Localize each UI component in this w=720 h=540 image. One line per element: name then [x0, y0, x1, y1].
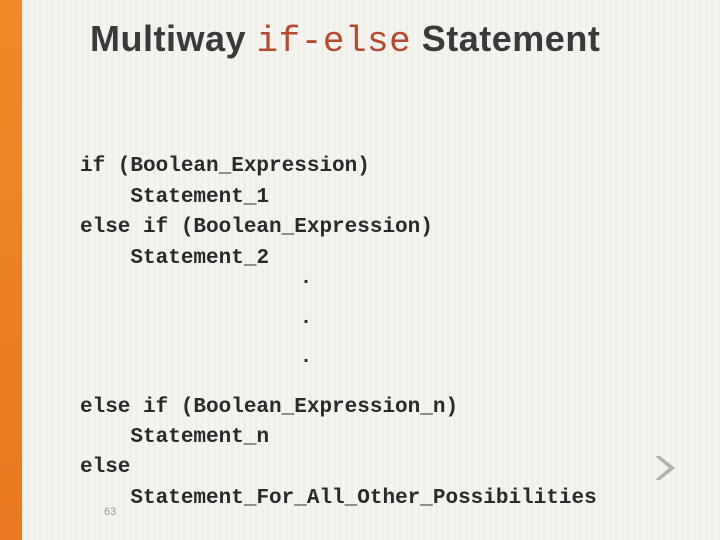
- slide-content: Multiway if-else Statement if (Boolean_E…: [0, 0, 720, 540]
- ellipsis-dot-3: .: [300, 353, 692, 362]
- code-line-4: Statement_2: [130, 247, 269, 270]
- ellipsis-dot-2: .: [300, 314, 692, 323]
- code-line-3: else if (Boolean_Expression): [80, 216, 433, 239]
- code-line-8: Statement_For_All_Other_Possibilities: [130, 487, 596, 510]
- title-mono: if-else: [257, 21, 412, 62]
- code-line-7: else: [80, 456, 130, 479]
- ellipsis-dot-1: .: [300, 274, 692, 283]
- page-number: 63: [104, 506, 116, 518]
- title-pre: Multiway: [90, 18, 257, 59]
- chevron-right-icon: [652, 454, 678, 482]
- code-line-5: else if (Boolean_Expression_n): [80, 396, 458, 419]
- code-line-6: Statement_n: [130, 426, 269, 449]
- slide-title: Multiway if-else Statement: [90, 18, 692, 62]
- code-block: if (Boolean_Expression) Statement_1 else…: [80, 122, 692, 540]
- code-line-2: Statement_1: [130, 186, 269, 209]
- code-line-1: if (Boolean_Expression): [80, 155, 370, 178]
- title-post: Statement: [411, 18, 600, 59]
